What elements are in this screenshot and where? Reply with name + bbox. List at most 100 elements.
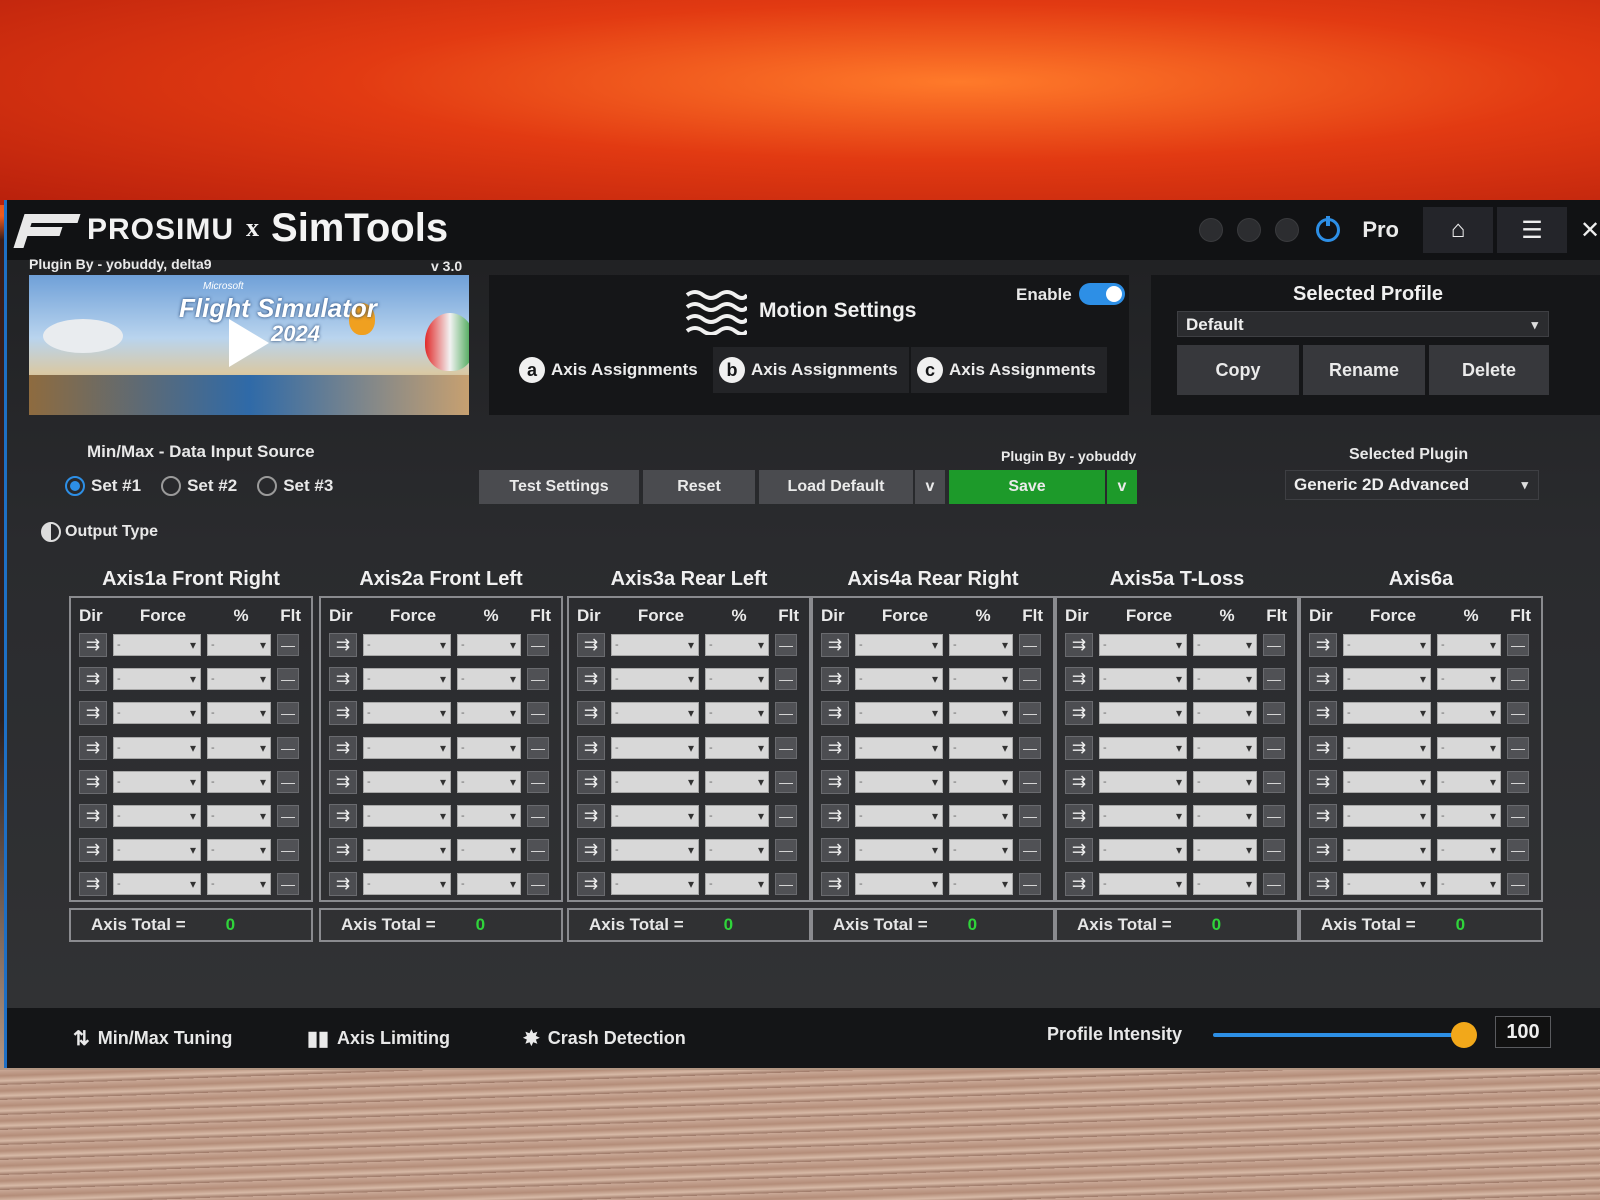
radio-set-3[interactable]: Set #3 [257, 476, 333, 496]
output-type-toggle[interactable]: Output Type [41, 522, 158, 542]
radio-set-2[interactable]: Set #2 [161, 476, 237, 496]
filter-button[interactable]: — [1507, 668, 1529, 691]
force-dropdown[interactable]: - [1343, 805, 1431, 828]
force-dropdown[interactable]: - [611, 839, 699, 862]
filter-button[interactable]: — [527, 668, 549, 691]
percent-dropdown[interactable]: - [705, 770, 769, 793]
direction-arrow-icon[interactable]: ⇉ [329, 838, 357, 863]
force-dropdown[interactable]: - [113, 873, 201, 896]
filter-button[interactable]: — [1263, 736, 1285, 759]
direction-arrow-icon[interactable]: ⇉ [329, 804, 357, 829]
force-dropdown[interactable]: - [1099, 805, 1187, 828]
filter-button[interactable]: — [1019, 668, 1041, 691]
percent-dropdown[interactable]: - [1193, 736, 1257, 759]
force-dropdown[interactable]: - [1343, 634, 1431, 657]
filter-button[interactable]: — [1507, 634, 1529, 657]
direction-arrow-icon[interactable]: ⇉ [1309, 633, 1337, 658]
force-dropdown[interactable]: - [363, 634, 451, 657]
direction-arrow-icon[interactable]: ⇉ [79, 804, 107, 829]
direction-arrow-icon[interactable]: ⇉ [329, 735, 357, 760]
direction-arrow-icon[interactable]: ⇉ [79, 701, 107, 726]
filter-button[interactable]: — [277, 702, 299, 725]
filter-button[interactable]: — [277, 873, 299, 896]
percent-dropdown[interactable]: - [207, 873, 271, 896]
filter-button[interactable]: — [1507, 805, 1529, 828]
percent-dropdown[interactable]: - [207, 839, 271, 862]
filter-button[interactable]: — [1019, 702, 1041, 725]
filter-button[interactable]: — [775, 702, 797, 725]
direction-arrow-icon[interactable]: ⇉ [1065, 872, 1093, 897]
profile-select[interactable]: Default ▾ [1177, 311, 1549, 337]
percent-dropdown[interactable]: - [1193, 839, 1257, 862]
percent-dropdown[interactable]: - [1193, 668, 1257, 691]
direction-arrow-icon[interactable]: ⇉ [1065, 838, 1093, 863]
percent-dropdown[interactable]: - [705, 805, 769, 828]
force-dropdown[interactable]: - [611, 736, 699, 759]
force-dropdown[interactable]: - [1099, 736, 1187, 759]
tab-axis-assignments-a[interactable]: a Axis Assignments [519, 347, 709, 393]
force-dropdown[interactable]: - [363, 736, 451, 759]
force-dropdown[interactable]: - [611, 873, 699, 896]
percent-dropdown[interactable]: - [949, 805, 1013, 828]
game-banner[interactable]: Microsoft Flight Simulator 2024 [29, 275, 469, 415]
direction-arrow-icon[interactable]: ⇉ [821, 633, 849, 658]
force-dropdown[interactable]: - [113, 702, 201, 725]
force-dropdown[interactable]: - [1343, 873, 1431, 896]
force-dropdown[interactable]: - [1343, 839, 1431, 862]
percent-dropdown[interactable]: - [705, 873, 769, 896]
percent-dropdown[interactable]: - [207, 668, 271, 691]
percent-dropdown[interactable]: - [705, 736, 769, 759]
filter-button[interactable]: — [1263, 668, 1285, 691]
load-default-dropdown[interactable]: v [915, 470, 945, 504]
force-dropdown[interactable]: - [611, 634, 699, 657]
direction-arrow-icon[interactable]: ⇉ [1065, 633, 1093, 658]
percent-dropdown[interactable]: - [457, 873, 521, 896]
direction-arrow-icon[interactable]: ⇉ [577, 872, 605, 897]
direction-arrow-icon[interactable]: ⇉ [1065, 804, 1093, 829]
percent-dropdown[interactable]: - [457, 770, 521, 793]
filter-button[interactable]: — [775, 634, 797, 657]
direction-arrow-icon[interactable]: ⇉ [79, 633, 107, 658]
filter-button[interactable]: — [1507, 839, 1529, 862]
tab-axis-assignments-c[interactable]: c Axis Assignments [911, 347, 1107, 393]
force-dropdown[interactable]: - [363, 805, 451, 828]
percent-dropdown[interactable]: - [949, 702, 1013, 725]
direction-arrow-icon[interactable]: ⇉ [79, 838, 107, 863]
reset-button[interactable]: Reset [643, 470, 755, 504]
percent-dropdown[interactable]: - [457, 839, 521, 862]
percent-dropdown[interactable]: - [1193, 634, 1257, 657]
percent-dropdown[interactable]: - [207, 805, 271, 828]
test-settings-button[interactable]: Test Settings [479, 470, 639, 504]
force-dropdown[interactable]: - [611, 770, 699, 793]
percent-dropdown[interactable]: - [705, 634, 769, 657]
filter-button[interactable]: — [277, 805, 299, 828]
filter-button[interactable]: — [1019, 770, 1041, 793]
tab-axis-assignments-b[interactable]: b Axis Assignments [713, 347, 909, 393]
filter-button[interactable]: — [775, 770, 797, 793]
radio-set-1[interactable]: Set #1 [65, 476, 141, 496]
percent-dropdown[interactable]: - [705, 839, 769, 862]
filter-button[interactable]: — [527, 736, 549, 759]
filter-button[interactable]: — [527, 634, 549, 657]
percent-dropdown[interactable]: - [949, 770, 1013, 793]
direction-arrow-icon[interactable]: ⇉ [821, 872, 849, 897]
direction-arrow-icon[interactable]: ⇉ [1309, 769, 1337, 794]
force-dropdown[interactable]: - [1343, 770, 1431, 793]
percent-dropdown[interactable]: - [949, 873, 1013, 896]
force-dropdown[interactable]: - [855, 839, 943, 862]
percent-dropdown[interactable]: - [1437, 770, 1501, 793]
force-dropdown[interactable]: - [1099, 634, 1187, 657]
direction-arrow-icon[interactable]: ⇉ [79, 667, 107, 692]
filter-button[interactable]: — [1507, 873, 1529, 896]
load-default-button[interactable]: Load Default [759, 470, 913, 504]
home-button[interactable]: ⌂ [1423, 207, 1493, 253]
direction-arrow-icon[interactable]: ⇉ [1065, 701, 1093, 726]
intensity-slider-track[interactable] [1213, 1033, 1463, 1037]
filter-button[interactable]: — [1263, 702, 1285, 725]
filter-button[interactable]: — [527, 770, 549, 793]
direction-arrow-icon[interactable]: ⇉ [329, 769, 357, 794]
filter-button[interactable]: — [775, 736, 797, 759]
filter-button[interactable]: — [1263, 839, 1285, 862]
direction-arrow-icon[interactable]: ⇉ [1309, 804, 1337, 829]
percent-dropdown[interactable]: - [1437, 873, 1501, 896]
